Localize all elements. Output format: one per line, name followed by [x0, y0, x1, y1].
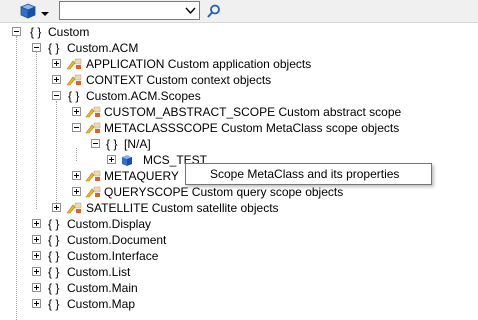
tree-node-context[interactable]: CONTEXT Custom context objects: [0, 72, 478, 88]
cube-icon[interactable]: [18, 2, 38, 20]
namespace-icon: { }: [68, 89, 80, 103]
namespace-icon: { }: [48, 281, 60, 295]
tree-node-na[interactable]: { } [N/A]: [0, 136, 478, 152]
collapse-toggle[interactable]: [72, 123, 81, 132]
expand-toggle[interactable]: [52, 203, 61, 212]
expand-toggle[interactable]: [52, 59, 61, 68]
scope-object-icon: [84, 185, 102, 199]
tree-node-custom-document[interactable]: { } Custom.Document: [0, 232, 478, 248]
tree-node-label: QUERYSCOPE Custom query scope objects: [104, 185, 344, 199]
chevron-down-icon[interactable]: [185, 5, 196, 16]
tree-node-label: Custom.Map: [67, 297, 136, 311]
expand-toggle[interactable]: [72, 171, 81, 180]
tree-node-label: CONTEXT Custom context objects: [86, 73, 272, 87]
expand-toggle[interactable]: [72, 107, 81, 116]
tree-node-queryscope[interactable]: QUERYSCOPE Custom query scope objects: [0, 184, 478, 200]
namespace-icon: { }: [30, 25, 42, 39]
dropdown-arrow-icon[interactable]: [41, 7, 49, 16]
tree-node-label: Custom: [48, 25, 90, 39]
tree-node-custom-acm-scopes[interactable]: { } Custom.ACM.Scopes: [0, 88, 478, 104]
tree-node-label: SATELLITE Custom satellite objects: [86, 201, 279, 215]
tree-node-custom-list[interactable]: { } Custom.List: [0, 264, 478, 280]
expand-toggle[interactable]: [72, 187, 81, 196]
tree-node-custom-main[interactable]: { } Custom.Main: [0, 280, 478, 296]
expand-toggle[interactable]: [32, 219, 41, 228]
tree-node-label: CUSTOM_ABSTRACT_SCOPE Custom abstract sc…: [104, 105, 402, 119]
namespace-icon: { }: [48, 233, 60, 247]
collapse-toggle[interactable]: [91, 139, 100, 148]
tree-node-label: METACLASSSCOPE Custom MetaClass scope ob…: [104, 121, 400, 135]
namespace-icon: { }: [48, 41, 60, 55]
namespace-icon: { }: [48, 217, 60, 231]
metaclass-icon: [120, 153, 138, 167]
tree-node-label: Custom.ACM: [67, 41, 139, 55]
expand-toggle[interactable]: [32, 267, 41, 276]
tree-node-metaclassscope[interactable]: METACLASSSCOPE Custom MetaClass scope ob…: [0, 120, 478, 136]
tree-node-label: METAQUERY: [104, 169, 179, 183]
tree-node-label: Custom.Interface: [67, 249, 159, 263]
namespace-icon: { }: [48, 297, 60, 311]
tree-node-custom-acm[interactable]: { } Custom.ACM: [0, 40, 478, 56]
tree-node-label: APPLICATION Custom application objects: [86, 57, 312, 71]
expand-toggle[interactable]: [52, 75, 61, 84]
tooltip: Scope MetaClass and its properties: [185, 163, 432, 185]
tree-node-custom-display[interactable]: { } Custom.Display: [0, 216, 478, 232]
tree-node-application[interactable]: APPLICATION Custom application objects: [0, 56, 478, 72]
expand-toggle[interactable]: [32, 235, 41, 244]
tree-node-custom-map[interactable]: { } Custom.Map: [0, 296, 478, 312]
search-icon[interactable]: [207, 4, 221, 18]
collapse-toggle[interactable]: [32, 43, 41, 52]
namespace-icon: { }: [48, 265, 60, 279]
expand-toggle[interactable]: [32, 283, 41, 292]
expand-toggle[interactable]: [107, 155, 116, 164]
scope-object-icon: [65, 201, 83, 215]
scope-object-icon: [65, 57, 83, 71]
tree-node-label: Custom.List: [67, 265, 131, 279]
tree-node-custom[interactable]: { } Custom: [0, 24, 478, 40]
scope-object-icon: [65, 73, 83, 87]
expand-toggle[interactable]: [32, 251, 41, 260]
tree-node-label: Custom.Document: [67, 233, 167, 247]
namespace-icon: { }: [48, 249, 60, 263]
tree-node-custom-abstract-scope[interactable]: CUSTOM_ABSTRACT_SCOPE Custom abstract sc…: [0, 104, 478, 120]
collapse-toggle[interactable]: [12, 27, 21, 36]
tree-node-label: Custom.ACM.Scopes: [86, 89, 201, 103]
scope-object-icon: [84, 169, 102, 183]
tree-node-label: Custom.Display: [67, 217, 152, 231]
tree-node-label: Custom.Main: [67, 281, 138, 295]
tree-node-label: [N/A]: [124, 137, 151, 151]
scope-object-icon: [84, 121, 102, 135]
toolbar: [0, 0, 478, 23]
scope-object-icon: [84, 105, 102, 119]
expand-toggle[interactable]: [32, 299, 41, 308]
namespace-icon: { }: [106, 137, 118, 151]
collapse-toggle[interactable]: [52, 91, 61, 100]
tree-node-custom-interface[interactable]: { } Custom.Interface: [0, 248, 478, 264]
search-combo[interactable]: [59, 1, 200, 20]
tree-node-satellite[interactable]: SATELLITE Custom satellite objects: [0, 200, 478, 216]
